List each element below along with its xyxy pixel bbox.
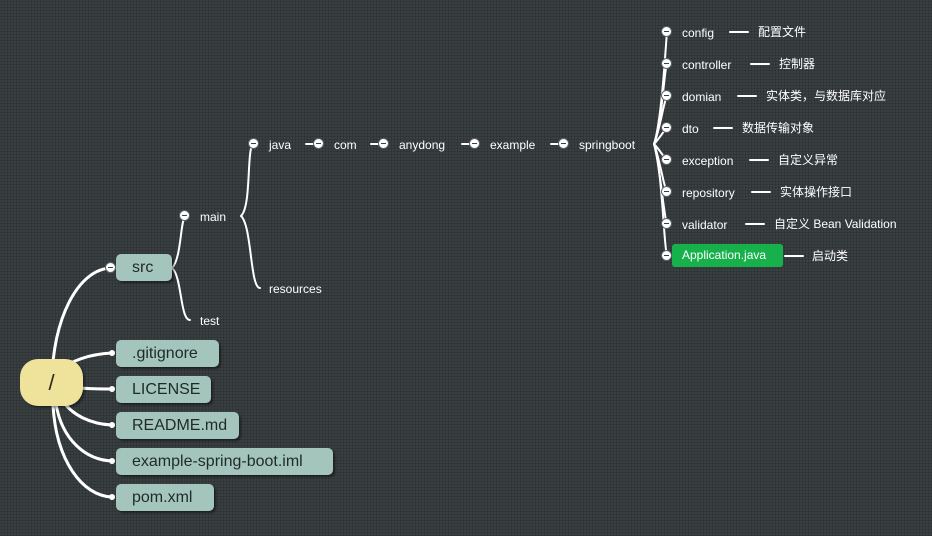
node-config[interactable]: config: [682, 25, 714, 41]
note-config[interactable]: 配置文件: [758, 24, 806, 40]
node-dto[interactable]: dto: [682, 121, 699, 137]
collapse-toggle-application[interactable]: [661, 250, 672, 261]
collapse-toggle-anydong[interactable]: [378, 138, 389, 149]
collapse-toggle-exception[interactable]: [661, 154, 672, 165]
node-validator[interactable]: validator: [682, 217, 727, 233]
link-src-test: [171, 267, 191, 321]
node-repository[interactable]: repository: [682, 185, 735, 201]
node-java[interactable]: java: [269, 137, 291, 153]
link-main-java: [240, 143, 255, 217]
collapse-toggle-repository[interactable]: [661, 186, 672, 197]
link-main-resources: [240, 215, 261, 289]
note-repository[interactable]: 实体操作接口: [780, 184, 852, 200]
link-src-main: [171, 215, 187, 269]
node-pom[interactable]: pom.xml: [116, 484, 214, 511]
link-end-dot: [109, 458, 115, 464]
node-src[interactable]: src: [116, 254, 172, 281]
node-resources[interactable]: resources: [269, 281, 322, 297]
collapse-toggle-com[interactable]: [313, 138, 324, 149]
node-controller[interactable]: controller: [682, 57, 731, 73]
collapse-toggle-controller[interactable]: [661, 58, 672, 69]
link-end-dot: [109, 386, 115, 392]
node-main[interactable]: main: [200, 209, 226, 225]
note-domian[interactable]: 实体类，与数据库对应: [766, 88, 886, 104]
collapse-toggle-example[interactable]: [469, 138, 480, 149]
note-validator[interactable]: 自定义 Bean Validation: [774, 216, 897, 232]
node-application-selected[interactable]: Application.java: [672, 244, 783, 267]
link-root-license: [78, 386, 114, 391]
node-iml[interactable]: example-spring-boot.iml: [116, 448, 333, 475]
collapse-toggle-dto[interactable]: [661, 122, 672, 133]
node-domian[interactable]: domian: [682, 89, 721, 105]
node-example[interactable]: example: [490, 137, 535, 153]
link-end-dot: [109, 422, 115, 428]
collapse-toggle-main[interactable]: [179, 210, 190, 221]
note-dto[interactable]: 数据传输对象: [742, 120, 814, 136]
node-gitignore[interactable]: .gitignore: [116, 340, 219, 367]
note-application[interactable]: 启动类: [812, 248, 848, 264]
node-exception[interactable]: exception: [682, 153, 733, 169]
node-license[interactable]: LICENSE: [116, 376, 211, 403]
link-root-iml: [54, 402, 114, 463]
collapse-toggle-config[interactable]: [661, 26, 672, 37]
note-controller[interactable]: 控制器: [779, 56, 815, 72]
node-readme[interactable]: README.md: [116, 412, 239, 439]
collapse-toggle-java[interactable]: [248, 138, 259, 149]
note-exception[interactable]: 自定义异常: [778, 152, 838, 168]
node-test[interactable]: test: [200, 313, 219, 329]
collapse-toggle-validator[interactable]: [661, 218, 672, 229]
link-end-dot: [109, 350, 115, 356]
collapse-toggle-domian[interactable]: [661, 90, 672, 101]
node-anydong[interactable]: anydong: [399, 137, 445, 153]
node-com[interactable]: com: [334, 137, 357, 153]
node-springboot[interactable]: springboot: [579, 137, 635, 153]
collapse-toggle-src[interactable]: [105, 262, 116, 273]
root-node[interactable]: /: [20, 359, 83, 406]
link-end-dot: [109, 494, 115, 500]
collapse-toggle-springboot[interactable]: [558, 138, 569, 149]
